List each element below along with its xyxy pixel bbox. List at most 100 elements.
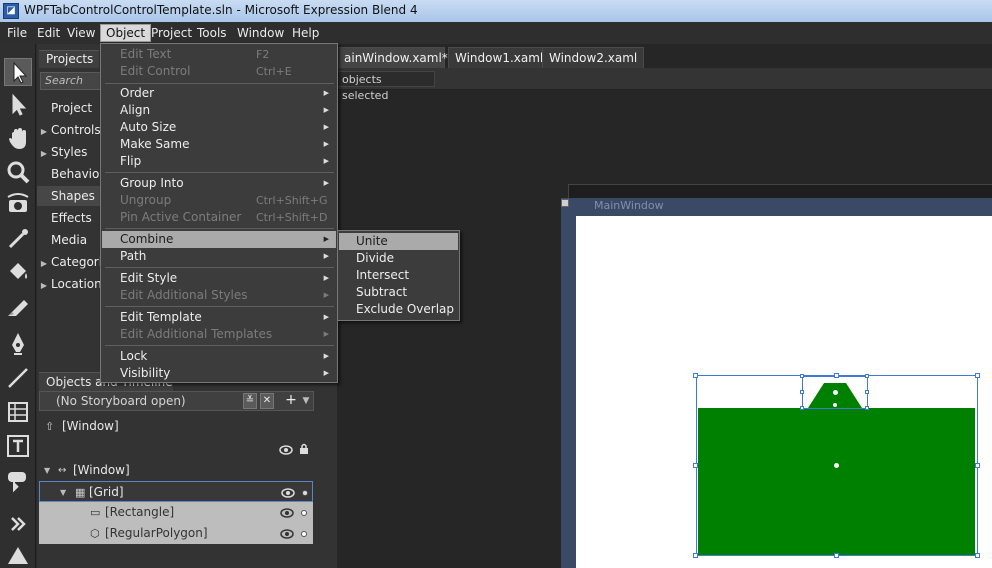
direct-selection-icon[interactable] bbox=[4, 91, 32, 119]
menu-window[interactable]: Window bbox=[232, 24, 289, 42]
menu-item-exclude-overlap[interactable]: Exclude Overlap bbox=[339, 301, 458, 318]
eye-icon[interactable] bbox=[280, 508, 294, 518]
expand-toolbox-icon[interactable] bbox=[4, 510, 32, 538]
resize-handle[interactable] bbox=[834, 373, 839, 378]
asset-category-controls[interactable]: ▶ Controls bbox=[37, 120, 100, 140]
asset-category-media[interactable]: Media bbox=[37, 230, 100, 250]
menu-item-divide[interactable]: Divide bbox=[339, 250, 458, 267]
lock-toggle[interactable] bbox=[302, 490, 308, 496]
gradient-tool-icon[interactable] bbox=[4, 294, 32, 322]
scope-up-icon[interactable]: ⇧ bbox=[45, 416, 54, 437]
menu-item-visibility[interactable]: Visibility ▶ bbox=[102, 365, 336, 382]
resize-handle[interactable] bbox=[800, 390, 804, 394]
menu-item-subtract[interactable]: Subtract bbox=[339, 284, 458, 301]
text-tool-icon[interactable] bbox=[4, 432, 32, 460]
menu-item-edit-additional-styles[interactable]: Edit Additional Styles ▶ bbox=[102, 287, 336, 304]
resize-handle[interactable] bbox=[975, 373, 980, 378]
menu-item-unite[interactable]: Unite bbox=[339, 233, 458, 250]
expand-arrow-icon[interactable]: ▶ bbox=[37, 122, 51, 140]
line-icon[interactable] bbox=[4, 364, 32, 392]
tree-row-window[interactable]: ▼ ↔ [Window] bbox=[39, 460, 313, 481]
menu-file[interactable]: File bbox=[2, 24, 32, 42]
window-resize-handle[interactable] bbox=[561, 199, 569, 207]
center-point[interactable] bbox=[834, 463, 839, 468]
resize-handle[interactable] bbox=[865, 390, 869, 394]
asset-category-categories[interactable]: ▶Categories bbox=[37, 252, 100, 272]
expand-arrow-icon[interactable]: ▶ bbox=[37, 254, 51, 272]
collapse-arrow-icon[interactable]: ▼ bbox=[60, 482, 66, 503]
resize-handle[interactable] bbox=[693, 553, 698, 558]
resize-handle[interactable] bbox=[975, 463, 980, 468]
tab-window1-xaml[interactable]: Window1.xaml bbox=[448, 47, 551, 68]
eyedropper-icon[interactable] bbox=[4, 225, 32, 253]
menu-project[interactable]: Project bbox=[146, 24, 197, 42]
menu-item-lock[interactable]: Lock ▶ bbox=[102, 348, 336, 365]
menu-item-edit-text[interactable]: Edit Text F2 bbox=[102, 46, 336, 63]
add-storyboard-button[interactable]: + bbox=[284, 393, 298, 409]
menu-item-order[interactable]: Order ▶ bbox=[102, 85, 336, 102]
menu-item-pin-active-container[interactable]: Pin Active Container Ctrl+Shift+D bbox=[102, 209, 336, 226]
lock-toggle[interactable] bbox=[301, 510, 307, 516]
asset-category-effects[interactable]: Effects bbox=[37, 208, 100, 228]
paint-bucket-icon[interactable] bbox=[4, 258, 32, 286]
menu-item-auto-size[interactable]: Auto Size ▶ bbox=[102, 119, 336, 136]
grid-layout-icon[interactable] bbox=[4, 398, 32, 426]
menu-item-ungroup[interactable]: Ungroup Ctrl+Shift+G bbox=[102, 192, 336, 209]
expand-arrow-icon[interactable]: ▶ bbox=[37, 144, 51, 162]
asset-category-locations[interactable]: ▶Locations bbox=[37, 274, 100, 294]
center-point[interactable] bbox=[833, 403, 837, 407]
resize-handle[interactable] bbox=[800, 374, 804, 378]
asset-category-shapes[interactable]: Shapes bbox=[37, 186, 100, 206]
asset-category-behaviors[interactable]: Behaviors bbox=[37, 164, 100, 184]
resize-handle[interactable] bbox=[800, 406, 804, 410]
collapse-arrow-icon[interactable]: ▼ bbox=[44, 460, 50, 481]
scope-up-row[interactable]: ⇧ [Window] bbox=[39, 416, 313, 437]
menu-item-path[interactable]: Path ▶ bbox=[102, 248, 336, 265]
menu-tools[interactable]: Tools bbox=[192, 24, 232, 42]
eye-icon[interactable] bbox=[281, 488, 295, 498]
chevron-down-icon[interactable]: ≚ bbox=[243, 393, 257, 409]
shapes-triangle-icon[interactable] bbox=[4, 542, 32, 568]
selection-arrow-icon[interactable] bbox=[4, 58, 32, 86]
eye-icon[interactable] bbox=[280, 529, 294, 539]
tab-projects[interactable]: Projects bbox=[39, 50, 99, 68]
menu-item-align[interactable]: Align ▶ bbox=[102, 102, 336, 119]
lock-toggle[interactable] bbox=[301, 531, 307, 537]
resize-handle[interactable] bbox=[834, 553, 839, 558]
tab-mainwindow-xaml[interactable]: ainWindow.xaml* × bbox=[337, 47, 466, 68]
resize-handle[interactable] bbox=[693, 373, 698, 378]
camera-orbit-icon[interactable] bbox=[4, 191, 32, 219]
lock-icon[interactable] bbox=[299, 443, 309, 455]
menu-item-flip[interactable]: Flip ▶ bbox=[102, 153, 336, 170]
pan-hand-icon[interactable] bbox=[4, 125, 32, 153]
zoom-icon[interactable] bbox=[4, 158, 32, 186]
expand-arrow-icon[interactable]: ▶ bbox=[37, 276, 51, 294]
menu-item-edit-style[interactable]: Edit Style ▶ bbox=[102, 270, 336, 287]
search-input[interactable]: Search bbox=[40, 72, 102, 90]
asset-category-project[interactable]: Project bbox=[37, 98, 100, 118]
menu-item-make-same[interactable]: Make Same ▶ bbox=[102, 136, 336, 153]
pen-icon[interactable] bbox=[4, 330, 32, 358]
eye-icon[interactable] bbox=[279, 445, 293, 455]
tab-window2-xaml[interactable]: Window2.xaml bbox=[542, 47, 645, 68]
menu-view[interactable]: View bbox=[62, 24, 100, 42]
center-point[interactable] bbox=[833, 390, 838, 395]
menu-object[interactable]: Object bbox=[100, 24, 152, 42]
resize-handle[interactable] bbox=[865, 406, 869, 410]
resize-handle[interactable] bbox=[975, 553, 980, 558]
menu-item-intersect[interactable]: Intersect bbox=[339, 267, 458, 284]
asset-tool-icon[interactable] bbox=[4, 466, 32, 494]
chevron-down-icon[interactable]: ▼ bbox=[300, 393, 312, 409]
tree-row-regularpolygon[interactable]: ⬡ [RegularPolygon] bbox=[39, 523, 313, 544]
menu-item-edit-control[interactable]: Edit Control Ctrl+E bbox=[102, 63, 336, 80]
menu-item-edit-template[interactable]: Edit Template ▶ bbox=[102, 309, 336, 326]
menu-item-group-into[interactable]: Group Into ▶ bbox=[102, 175, 336, 192]
tree-row-rectangle[interactable]: ▭ [Rectangle] bbox=[39, 502, 313, 523]
menu-edit[interactable]: Edit bbox=[32, 24, 65, 42]
asset-category-styles[interactable]: ▶ Styles bbox=[37, 142, 100, 162]
close-storyboard-icon[interactable]: ✕ bbox=[260, 393, 274, 409]
menu-item-combine[interactable]: Combine ▶ bbox=[102, 231, 336, 248]
menu-item-edit-additional-templates[interactable]: Edit Additional Templates ▶ bbox=[102, 326, 336, 343]
tree-row-grid[interactable]: ▼ ▦ [Grid] bbox=[39, 481, 313, 502]
resize-handle[interactable] bbox=[693, 463, 698, 468]
